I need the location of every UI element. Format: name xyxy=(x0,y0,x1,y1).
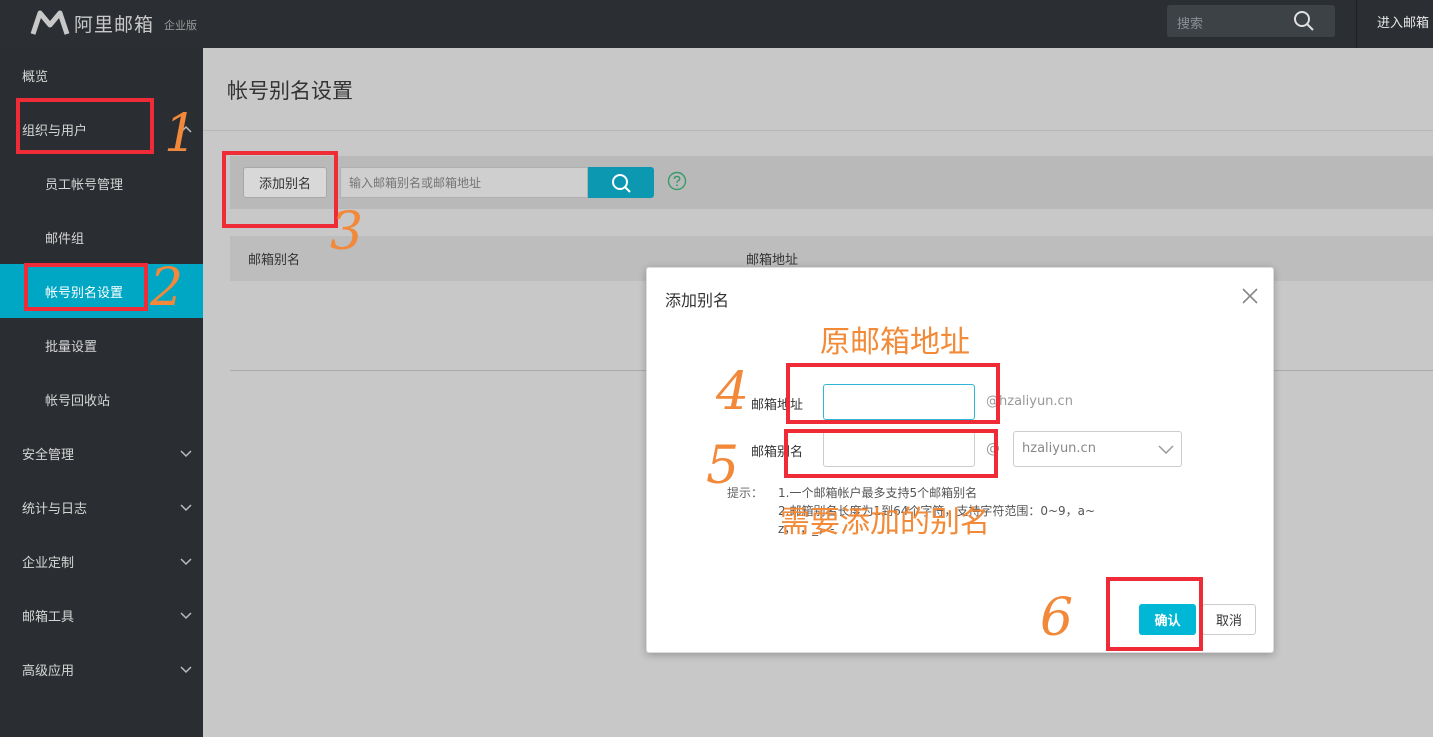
annotation-alias-to-add: 需要添加的别名 xyxy=(780,505,990,540)
dialog-title: 添加别名 xyxy=(665,291,730,310)
chevron-down-icon xyxy=(180,558,192,566)
sidebar-item-label: 统计与日志 xyxy=(22,501,88,517)
sidebar-item-label: 批量设置 xyxy=(45,339,98,355)
enter-mailbox-link[interactable]: 进入邮箱 xyxy=(1377,12,1429,31)
sidebar-item-employee-accounts[interactable]: 员工帐号管理 xyxy=(0,156,203,210)
title-divider xyxy=(203,130,1433,131)
annotation-box-alias-menu xyxy=(24,263,148,311)
sidebar-item-label: 邮件组 xyxy=(45,231,85,247)
sidebar-item-mail-tools[interactable]: 邮箱工具 xyxy=(0,588,203,642)
help-icon[interactable] xyxy=(667,171,687,191)
logo[interactable]: 阿里邮箱 企业版 xyxy=(30,8,197,38)
annotation-box-alias-input xyxy=(784,429,998,478)
app-edition: 企业版 xyxy=(164,19,198,32)
logo-m-icon xyxy=(30,10,70,35)
sidebar-item-customization[interactable]: 企业定制 xyxy=(0,534,203,588)
chevron-down-icon xyxy=(180,666,192,674)
sidebar-item-label: 高级应用 xyxy=(22,663,75,679)
domain-select[interactable]: hzaliyun.cn xyxy=(1013,431,1182,467)
annotation-step-4: 4 xyxy=(716,362,750,422)
cancel-button[interactable]: 取消 xyxy=(1202,604,1256,635)
annotation-step-1: 1 xyxy=(164,104,198,164)
sidebar-item-label: 企业定制 xyxy=(22,555,75,571)
top-search-input[interactable]: 搜索 xyxy=(1167,5,1335,37)
top-search-placeholder: 搜索 xyxy=(1177,17,1204,32)
sidebar-item-label: 帐号回收站 xyxy=(45,393,111,409)
annotation-step-2: 2 xyxy=(150,258,184,318)
sidebar-item-label: 邮箱工具 xyxy=(22,609,75,625)
chevron-down-icon xyxy=(1158,445,1174,454)
annotation-box-confirm xyxy=(1106,577,1203,651)
annotation-step-5: 5 xyxy=(706,436,740,496)
chevron-down-icon xyxy=(180,612,192,620)
column-header-address: 邮箱地址 xyxy=(746,253,799,268)
column-header-alias: 邮箱别名 xyxy=(248,253,301,268)
app-name: 阿里邮箱 xyxy=(74,13,155,36)
sidebar-item-security[interactable]: 安全管理 xyxy=(0,426,203,480)
annotation-step-3: 3 xyxy=(330,202,364,262)
sidebar-item-batch-settings[interactable]: 批量设置 xyxy=(0,318,203,372)
domain-select-value: hzaliyun.cn xyxy=(1022,441,1096,456)
sidebar-item-advanced[interactable]: 高级应用 xyxy=(0,642,203,696)
sidebar-item-stats-logs[interactable]: 统计与日志 xyxy=(0,480,203,534)
top-divider xyxy=(1356,0,1357,48)
search-icon[interactable] xyxy=(1293,10,1315,32)
annotation-original-address: 原邮箱地址 xyxy=(820,325,970,360)
toolbar: 添加别名 xyxy=(230,156,1433,209)
page-title: 帐号别名设置 xyxy=(227,79,353,103)
sidebar-item-mail-groups[interactable]: 邮件组 xyxy=(0,210,203,264)
annotation-step-6: 6 xyxy=(1040,588,1074,648)
close-icon[interactable] xyxy=(1241,287,1259,305)
sidebar-item-label: 概览 xyxy=(22,69,49,85)
search-icon xyxy=(612,174,631,193)
top-bar: 阿里邮箱 企业版 搜索 进入邮箱 xyxy=(0,0,1433,48)
sidebar-item-label: 员工帐号管理 xyxy=(45,177,124,193)
sidebar-item-account-recycle[interactable]: 帐号回收站 xyxy=(0,372,203,426)
annotation-box-org-users xyxy=(16,98,154,154)
chevron-down-icon xyxy=(180,450,192,458)
chevron-down-icon xyxy=(180,504,192,512)
sidebar-item-label: 安全管理 xyxy=(22,447,75,463)
alias-search-input[interactable] xyxy=(340,167,588,198)
sidebar-item-overview[interactable]: 概览 xyxy=(0,48,203,102)
annotation-box-address-input xyxy=(786,363,1000,424)
annotation-box-add-alias xyxy=(222,151,338,228)
alias-search-button[interactable] xyxy=(588,167,654,198)
